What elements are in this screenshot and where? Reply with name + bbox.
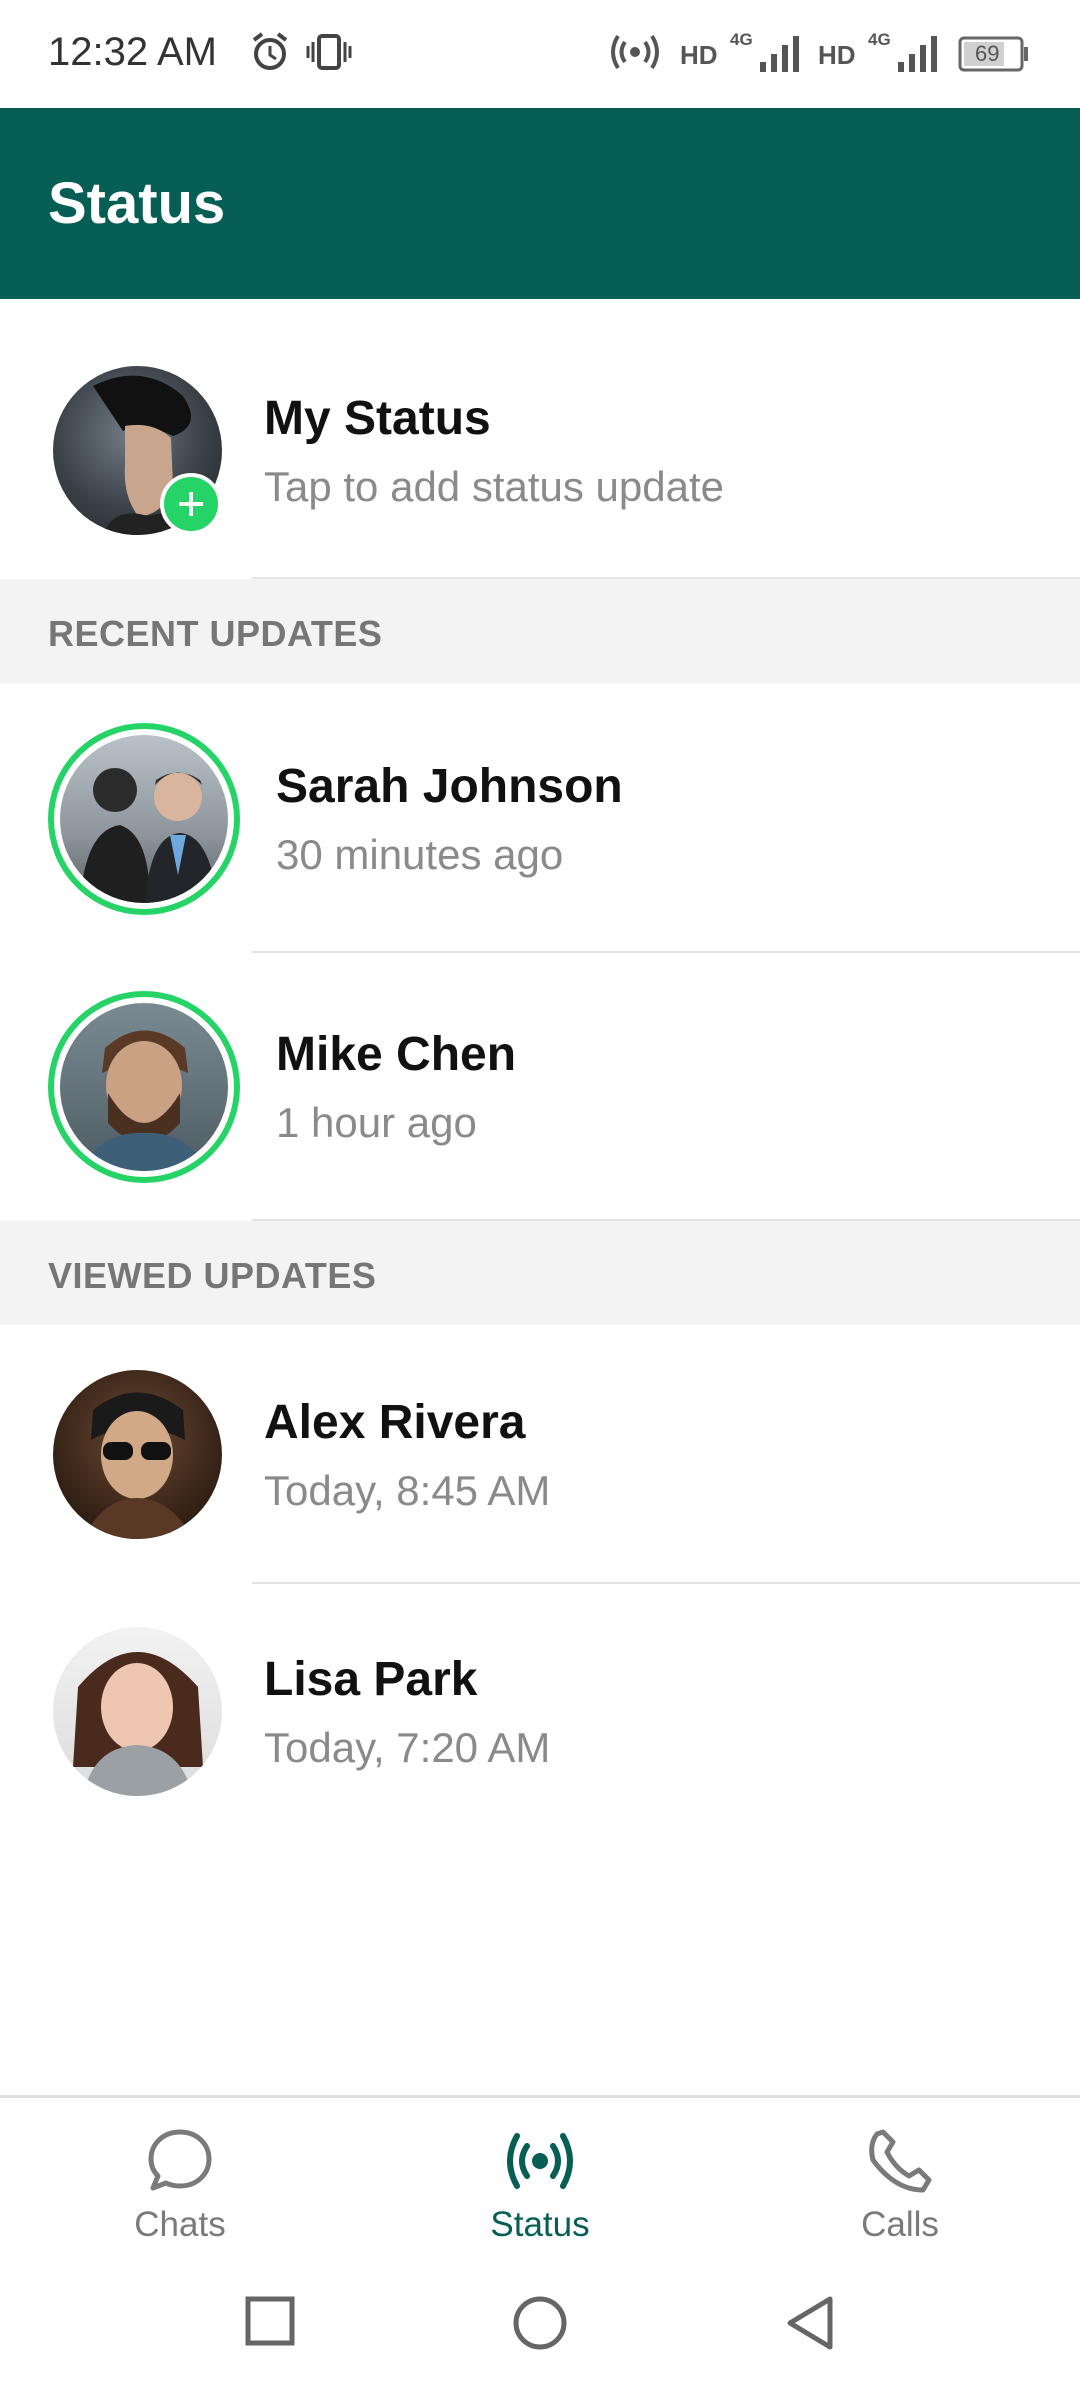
recent-updates-header: RECENT UPDATES [0,579,1080,683]
tab-label: Status [490,2205,590,2244]
alarm-icon [250,30,290,79]
tab-label: Chats [134,2205,226,2244]
section-label: VIEWED UPDATES [48,1255,377,1296]
contact-name: Sarah Johnson [276,760,623,813]
back-triangle-icon [787,2296,833,2350]
signal-icon-1 [758,34,804,79]
network-label-1: 4G [730,30,753,49]
status-time: Today, 7:20 AM [264,1724,551,1771]
page-title: Status [48,171,226,236]
contact-name: Mike Chen [276,1028,517,1081]
my-status-subtitle: Tap to add status update [264,463,725,510]
status-item-alex-rivera[interactable]: Alex Rivera Today, 8:45 AM [0,1327,1080,1582]
signal-icon-2 [896,34,942,79]
system-navigation-bar [0,2275,1080,2388]
bottom-navigation: Chats Status Calls [0,2095,1080,2275]
alex-rivera-avatar [53,1370,222,1539]
broadcast-icon [507,2133,573,2189]
mike-chen-avatar [60,1003,228,1171]
home-button[interactable] [512,2295,568,2356]
square-icon [245,2296,295,2346]
contact-name: Alex Rivera [264,1396,526,1449]
status-time: 30 minutes ago [276,831,564,878]
tab-calls[interactable]: Calls [750,2098,1050,2278]
hotspot-icon [610,30,660,79]
app-bar: Status [0,108,1080,299]
system-status-bar: 12:32 AM HD 4G HD 4G 69 [0,0,1080,108]
network-label-2: 4G [868,30,891,49]
status-screen: 12:32 AM HD 4G HD 4G 69 Status My Status… [0,0,1080,2388]
status-time: 1 hour ago [276,1099,477,1146]
viewed-updates-header: VIEWED UPDATES [0,1221,1080,1325]
clock: 12:32 AM [48,30,218,74]
my-status-row[interactable]: My Status Tap to add status update [0,299,1080,577]
section-label: RECENT UPDATES [48,613,383,654]
plus-icon [179,492,203,516]
hd-label-2: HD [818,40,856,70]
status-item-lisa-park[interactable]: Lisa Park Today, 7:20 AM [0,1584,1080,1839]
circle-icon [513,2296,567,2350]
status-item-mike-chen[interactable]: Mike Chen 1 hour ago [0,953,1080,1219]
hd-label-1: HD [680,40,718,70]
back-button[interactable] [784,2295,836,2356]
recents-button[interactable] [244,2295,296,2352]
vibrate-icon [305,30,353,79]
status-time: Today, 8:45 AM [264,1467,551,1514]
tab-status[interactable]: Status [390,2098,690,2278]
chat-bubble-icon [148,2129,212,2191]
tab-chats[interactable]: Chats [30,2098,330,2278]
sarah-johnson-avatar [60,735,228,903]
contact-name: Lisa Park [264,1653,478,1706]
phone-icon [869,2129,932,2193]
my-status-name: My Status [264,392,491,445]
add-status-button[interactable] [160,473,222,535]
lisa-park-avatar [53,1627,222,1796]
status-item-sarah-johnson[interactable]: Sarah Johnson 30 minutes ago [0,685,1080,951]
tab-label: Calls [861,2205,939,2244]
battery-level: 69 [975,41,1000,66]
